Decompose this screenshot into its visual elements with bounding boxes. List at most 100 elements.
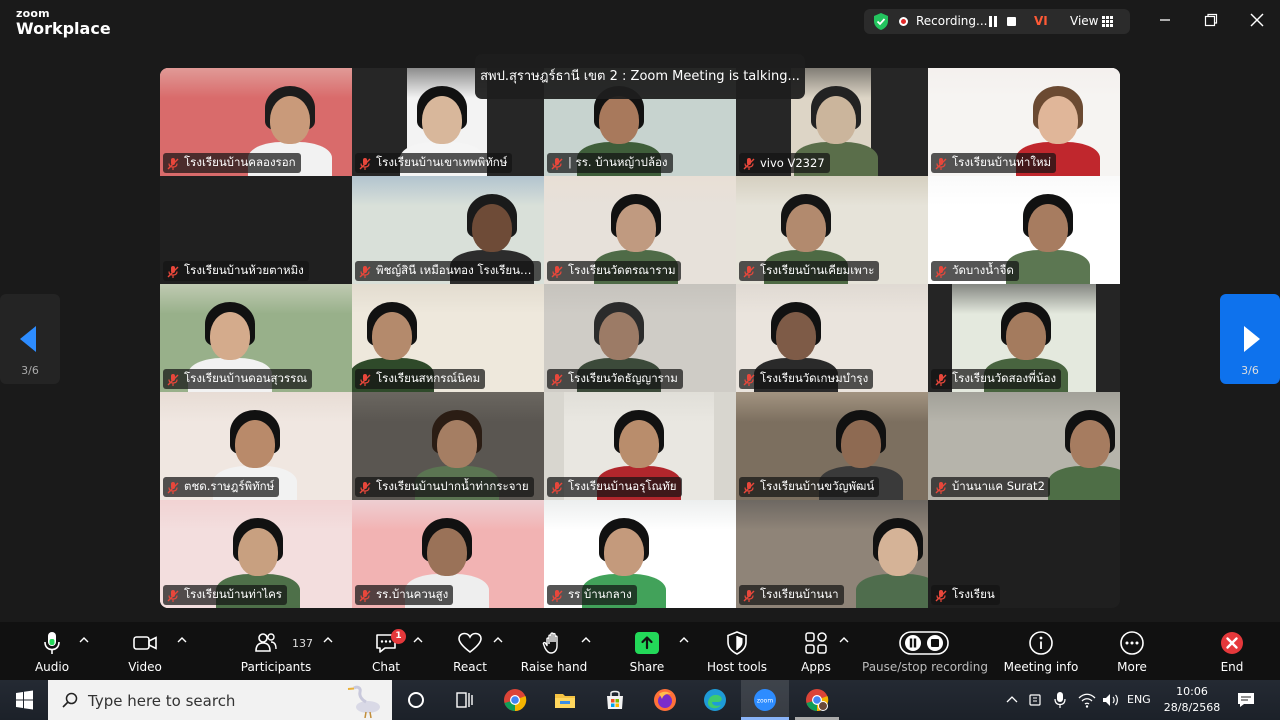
muted-microphone-icon <box>550 372 564 386</box>
participant-tile[interactable]: รร.บ้านควนสูง <box>352 500 544 608</box>
pause-recording-icon[interactable] <box>988 16 998 27</box>
encryption-shield-icon[interactable] <box>872 12 890 31</box>
microsoft-store-icon[interactable] <box>603 688 627 712</box>
participant-tile[interactable]: โรงเรียนบ้านขวัญพัฒน์ <box>736 392 928 500</box>
input-language[interactable]: ENG <box>1127 693 1151 706</box>
apps-label: Apps <box>801 660 831 674</box>
participant-tile[interactable]: ตชด.ราษฎร์พิทักษ์ <box>160 392 352 500</box>
participants-options-caret-icon[interactable] <box>323 636 333 644</box>
participant-tile[interactable]: พิชญ์สินี เหมือนทอง โรงเรียนวัดส... <box>352 176 544 284</box>
cortana-icon[interactable] <box>404 688 428 712</box>
search-placeholder: Type here to search <box>88 692 236 710</box>
task-view-icon[interactable] <box>452 688 476 712</box>
user-initials[interactable]: VI <box>1034 14 1048 28</box>
minimize-icon[interactable] <box>1155 10 1175 30</box>
audio-button[interactable]: Audio <box>22 622 82 680</box>
muted-microphone-icon <box>166 588 180 602</box>
taskbar-clock[interactable]: 10:06 28/8/2568 <box>1156 684 1228 716</box>
participant-tile[interactable]: โรงเรียนบ้านคลองรอก <box>160 68 352 176</box>
react-button[interactable]: React <box>440 622 500 680</box>
zoom-logo: zoom Workplace <box>16 8 111 37</box>
muted-microphone-icon <box>358 480 372 494</box>
video-button[interactable]: Video <box>115 622 175 680</box>
participant-tile[interactable]: โรงเรียนสหกรณ์นิคม <box>352 284 544 392</box>
share-button[interactable]: Share <box>617 622 677 680</box>
apps-options-caret-icon[interactable] <box>839 636 849 644</box>
pause-stop-recording-button[interactable]: Pause/stop recording <box>862 622 988 680</box>
participant-tile[interactable]: โรงเรียนบ้านนา <box>736 500 928 608</box>
chat-unread-badge: 1 <box>391 629 406 644</box>
participant-name: รร บ้านกลาง <box>568 587 632 601</box>
zoom-app-icon[interactable]: zoom <box>753 688 777 712</box>
participant-tile[interactable]: บ้านนาแค Surat2 <box>928 392 1120 500</box>
chat-options-caret-icon[interactable] <box>413 636 423 644</box>
raise-hand-options-caret-icon[interactable] <box>581 636 591 644</box>
participant-name-tag: รร.บ้านควนสูง <box>355 585 454 605</box>
volume-icon[interactable] <box>1102 692 1120 708</box>
stop-recording-icon[interactable] <box>1007 17 1016 26</box>
participant-name-tag: | รร. บ้านหญ้าปล้อง <box>547 153 673 173</box>
participant-name: โรงเรียนบ้านปากน้ำท่ากระจาย <box>376 479 529 493</box>
wifi-icon[interactable] <box>1078 692 1096 708</box>
participant-tile[interactable]: โรงเรียนบ้านห้วยตาหมิง <box>160 176 352 284</box>
participant-name-tag: โรงเรียนบ้านนา <box>739 585 844 605</box>
view-button[interactable]: View <box>1070 14 1098 28</box>
participant-name-tag: บ้านนาแค Surat2 <box>931 477 1050 497</box>
end-meeting-button[interactable]: End <box>1202 622 1262 680</box>
close-window-icon[interactable] <box>1247 10 1267 30</box>
microphone-tray-icon[interactable] <box>1054 691 1066 709</box>
participant-tile[interactable]: โรงเรียนบ้านปากน้ำท่ากระจาย <box>352 392 544 500</box>
heart-icon <box>458 632 482 654</box>
firefox-icon[interactable] <box>653 688 677 712</box>
host-tools-button[interactable]: Host tools <box>702 622 772 680</box>
grid-view-icon[interactable] <box>1102 16 1113 27</box>
show-hidden-icons-chevron-icon[interactable] <box>1006 694 1018 706</box>
notifications-icon[interactable] <box>1236 690 1256 710</box>
video-options-caret-icon[interactable] <box>177 636 187 644</box>
search-highlight-bird-icon <box>347 685 380 718</box>
participant-tile[interactable]: โรงเรียนวัดตรณาราม <box>544 176 736 284</box>
audio-options-caret-icon[interactable] <box>79 636 89 644</box>
file-explorer-icon[interactable] <box>553 688 577 712</box>
chrome-profile-icon[interactable] <box>805 688 829 712</box>
muted-microphone-icon <box>358 372 372 386</box>
more-button[interactable]: More <box>1102 622 1162 680</box>
participant-tile[interactable]: โรงเรียนบ้านท่าไคร <box>160 500 352 608</box>
participants-button[interactable]: 137 Participants <box>236 622 316 680</box>
react-options-caret-icon[interactable] <box>493 636 503 644</box>
chrome-icon[interactable] <box>503 688 527 712</box>
participant-tile[interactable]: โรงเรียน <box>928 500 1120 608</box>
participant-name-tag: โรงเรียนบ้านท่าใหม่ <box>931 153 1057 173</box>
muted-microphone-icon <box>166 156 180 170</box>
meeting-info-button[interactable]: Meeting info <box>1000 622 1082 680</box>
participant-tile[interactable]: โรงเรียนบ้านท่าใหม่ <box>928 68 1120 176</box>
participant-name-tag: โรงเรียนวัดธัญญาราม <box>547 369 683 389</box>
edge-icon[interactable] <box>703 688 727 712</box>
raise-hand-button[interactable]: Raise hand <box>519 622 589 680</box>
share-options-caret-icon[interactable] <box>679 636 689 644</box>
start-button[interactable] <box>0 680 48 720</box>
participants-icon <box>255 633 278 652</box>
participant-tile[interactable]: โรงเรียนวัดธัญญาราม <box>544 284 736 392</box>
participant-name: โรงเรียนบ้านนา <box>760 587 839 601</box>
participant-name-tag: โรงเรียนบ้านเขาเทพพิทักษ์ <box>355 153 513 173</box>
pause-stop-recording-icon <box>899 631 949 655</box>
participant-name-tag: พิชญ์สินี เหมือนทอง โรงเรียนวัดส... <box>355 261 541 281</box>
participant-name: โรงเรียนบ้านขวัญพัฒน์ <box>760 479 875 493</box>
participant-tile[interactable]: รร บ้านกลาง <box>544 500 736 608</box>
chat-label: Chat <box>371 660 401 674</box>
participant-tile[interactable]: โรงเรียนบ้านอรุโณทัย <box>544 392 736 500</box>
participant-tile[interactable]: โรงเรียนวัดสองพี่น้อง <box>928 284 1120 392</box>
muted-microphone-icon <box>934 372 948 386</box>
next-page-button[interactable]: 3/6 <box>1220 294 1280 384</box>
chat-button[interactable]: 1 Chat <box>356 622 416 680</box>
participant-tile[interactable]: วัดบางน้ำจืด <box>928 176 1120 284</box>
restore-icon[interactable] <box>1201 10 1221 30</box>
participant-tile[interactable]: โรงเรียนบ้านเคียมเพาะ <box>736 176 928 284</box>
previous-page-button[interactable]: 3/6 <box>0 294 60 384</box>
apps-button[interactable]: Apps <box>786 622 846 680</box>
participant-tile[interactable]: โรงเรียนบ้านดอนสุวรรณ <box>160 284 352 392</box>
taskbar-search-box[interactable]: Type here to search <box>48 680 392 720</box>
onedrive-tray-icon[interactable] <box>1028 692 1042 708</box>
participant-tile[interactable]: โรงเรียนวัดเกษมบำรุง <box>736 284 928 392</box>
